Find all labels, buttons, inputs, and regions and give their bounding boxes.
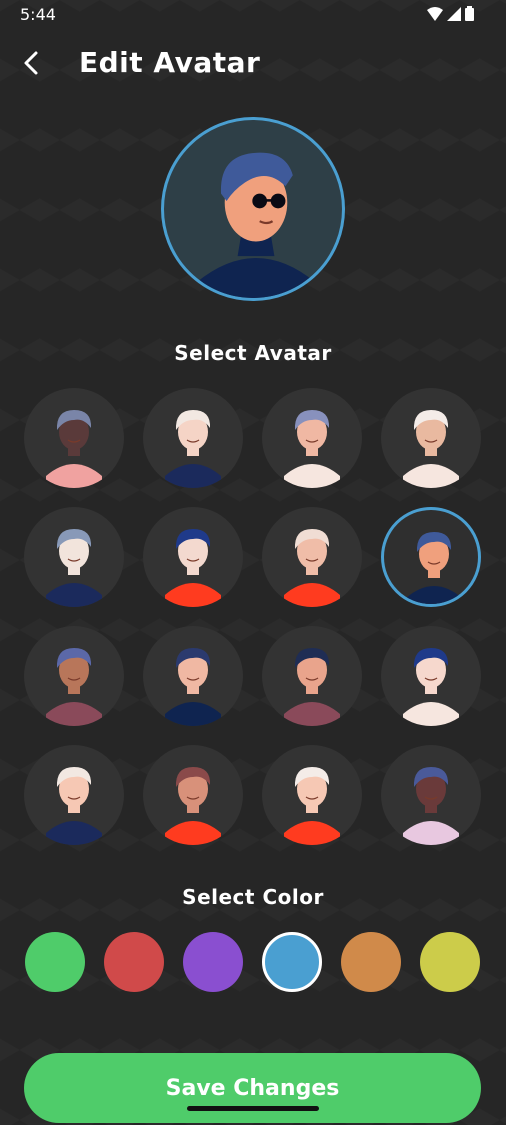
avatar-4-illustration (403, 410, 459, 488)
avatar-15-option[interactable] (262, 745, 362, 845)
avatar-14-option[interactable] (143, 745, 243, 845)
avatar-12-option[interactable] (381, 626, 481, 726)
avatar-11-illustration (284, 648, 340, 726)
avatar-5-option[interactable] (24, 507, 124, 607)
status-icons (427, 6, 474, 21)
color-swatch-orange[interactable] (341, 932, 401, 992)
avatar-8-option[interactable] (381, 507, 481, 607)
avatar-9-option[interactable] (24, 626, 124, 726)
avatar-2-illustration (165, 410, 221, 488)
preview-avatar-illustration (197, 152, 315, 298)
status-time: 5:44 (20, 5, 56, 24)
avatar-1-illustration (46, 410, 102, 488)
avatar-3-option[interactable] (262, 388, 362, 488)
save-changes-button[interactable]: Save Changes (24, 1053, 481, 1123)
signal-icon (447, 6, 461, 21)
page-title: Edit Avatar (79, 46, 261, 79)
avatar-15-illustration (284, 767, 340, 845)
color-swatch-red[interactable] (104, 932, 164, 992)
avatar-16-illustration (403, 767, 459, 845)
wifi-icon (427, 6, 443, 21)
avatar-16-option[interactable] (381, 745, 481, 845)
avatar-7-illustration (284, 529, 340, 607)
home-indicator (187, 1106, 319, 1111)
avatar-6-option[interactable] (143, 507, 243, 607)
avatar-8-illustration (406, 532, 462, 604)
avatar-4-option[interactable] (381, 388, 481, 488)
header: Edit Avatar (0, 40, 506, 90)
battery-icon (465, 6, 474, 21)
avatar-12-illustration (403, 648, 459, 726)
color-swatch-green[interactable] (25, 932, 85, 992)
status-bar: 5:44 (0, 0, 506, 30)
avatar-6-illustration (165, 529, 221, 607)
avatar-7-option[interactable] (262, 507, 362, 607)
avatar-13-option[interactable] (24, 745, 124, 845)
avatar-preview (161, 117, 345, 301)
select-avatar-heading: Select Avatar (174, 341, 332, 365)
color-swatch-purple[interactable] (183, 932, 243, 992)
avatar-10-illustration (165, 648, 221, 726)
avatar-5-illustration (46, 529, 102, 607)
avatar-11-option[interactable] (262, 626, 362, 726)
avatar-10-option[interactable] (143, 626, 243, 726)
color-swatch-yellow[interactable] (420, 932, 480, 992)
avatar-13-illustration (46, 767, 102, 845)
color-swatch-blue[interactable] (262, 932, 322, 992)
avatar-14-illustration (165, 767, 221, 845)
avatar-3-illustration (284, 410, 340, 488)
avatar-9-illustration (46, 648, 102, 726)
select-color-heading: Select Color (182, 885, 324, 909)
back-button[interactable] (14, 46, 48, 80)
avatar-1-option[interactable] (24, 388, 124, 488)
avatar-2-option[interactable] (143, 388, 243, 488)
chevron-left-icon (24, 51, 38, 75)
